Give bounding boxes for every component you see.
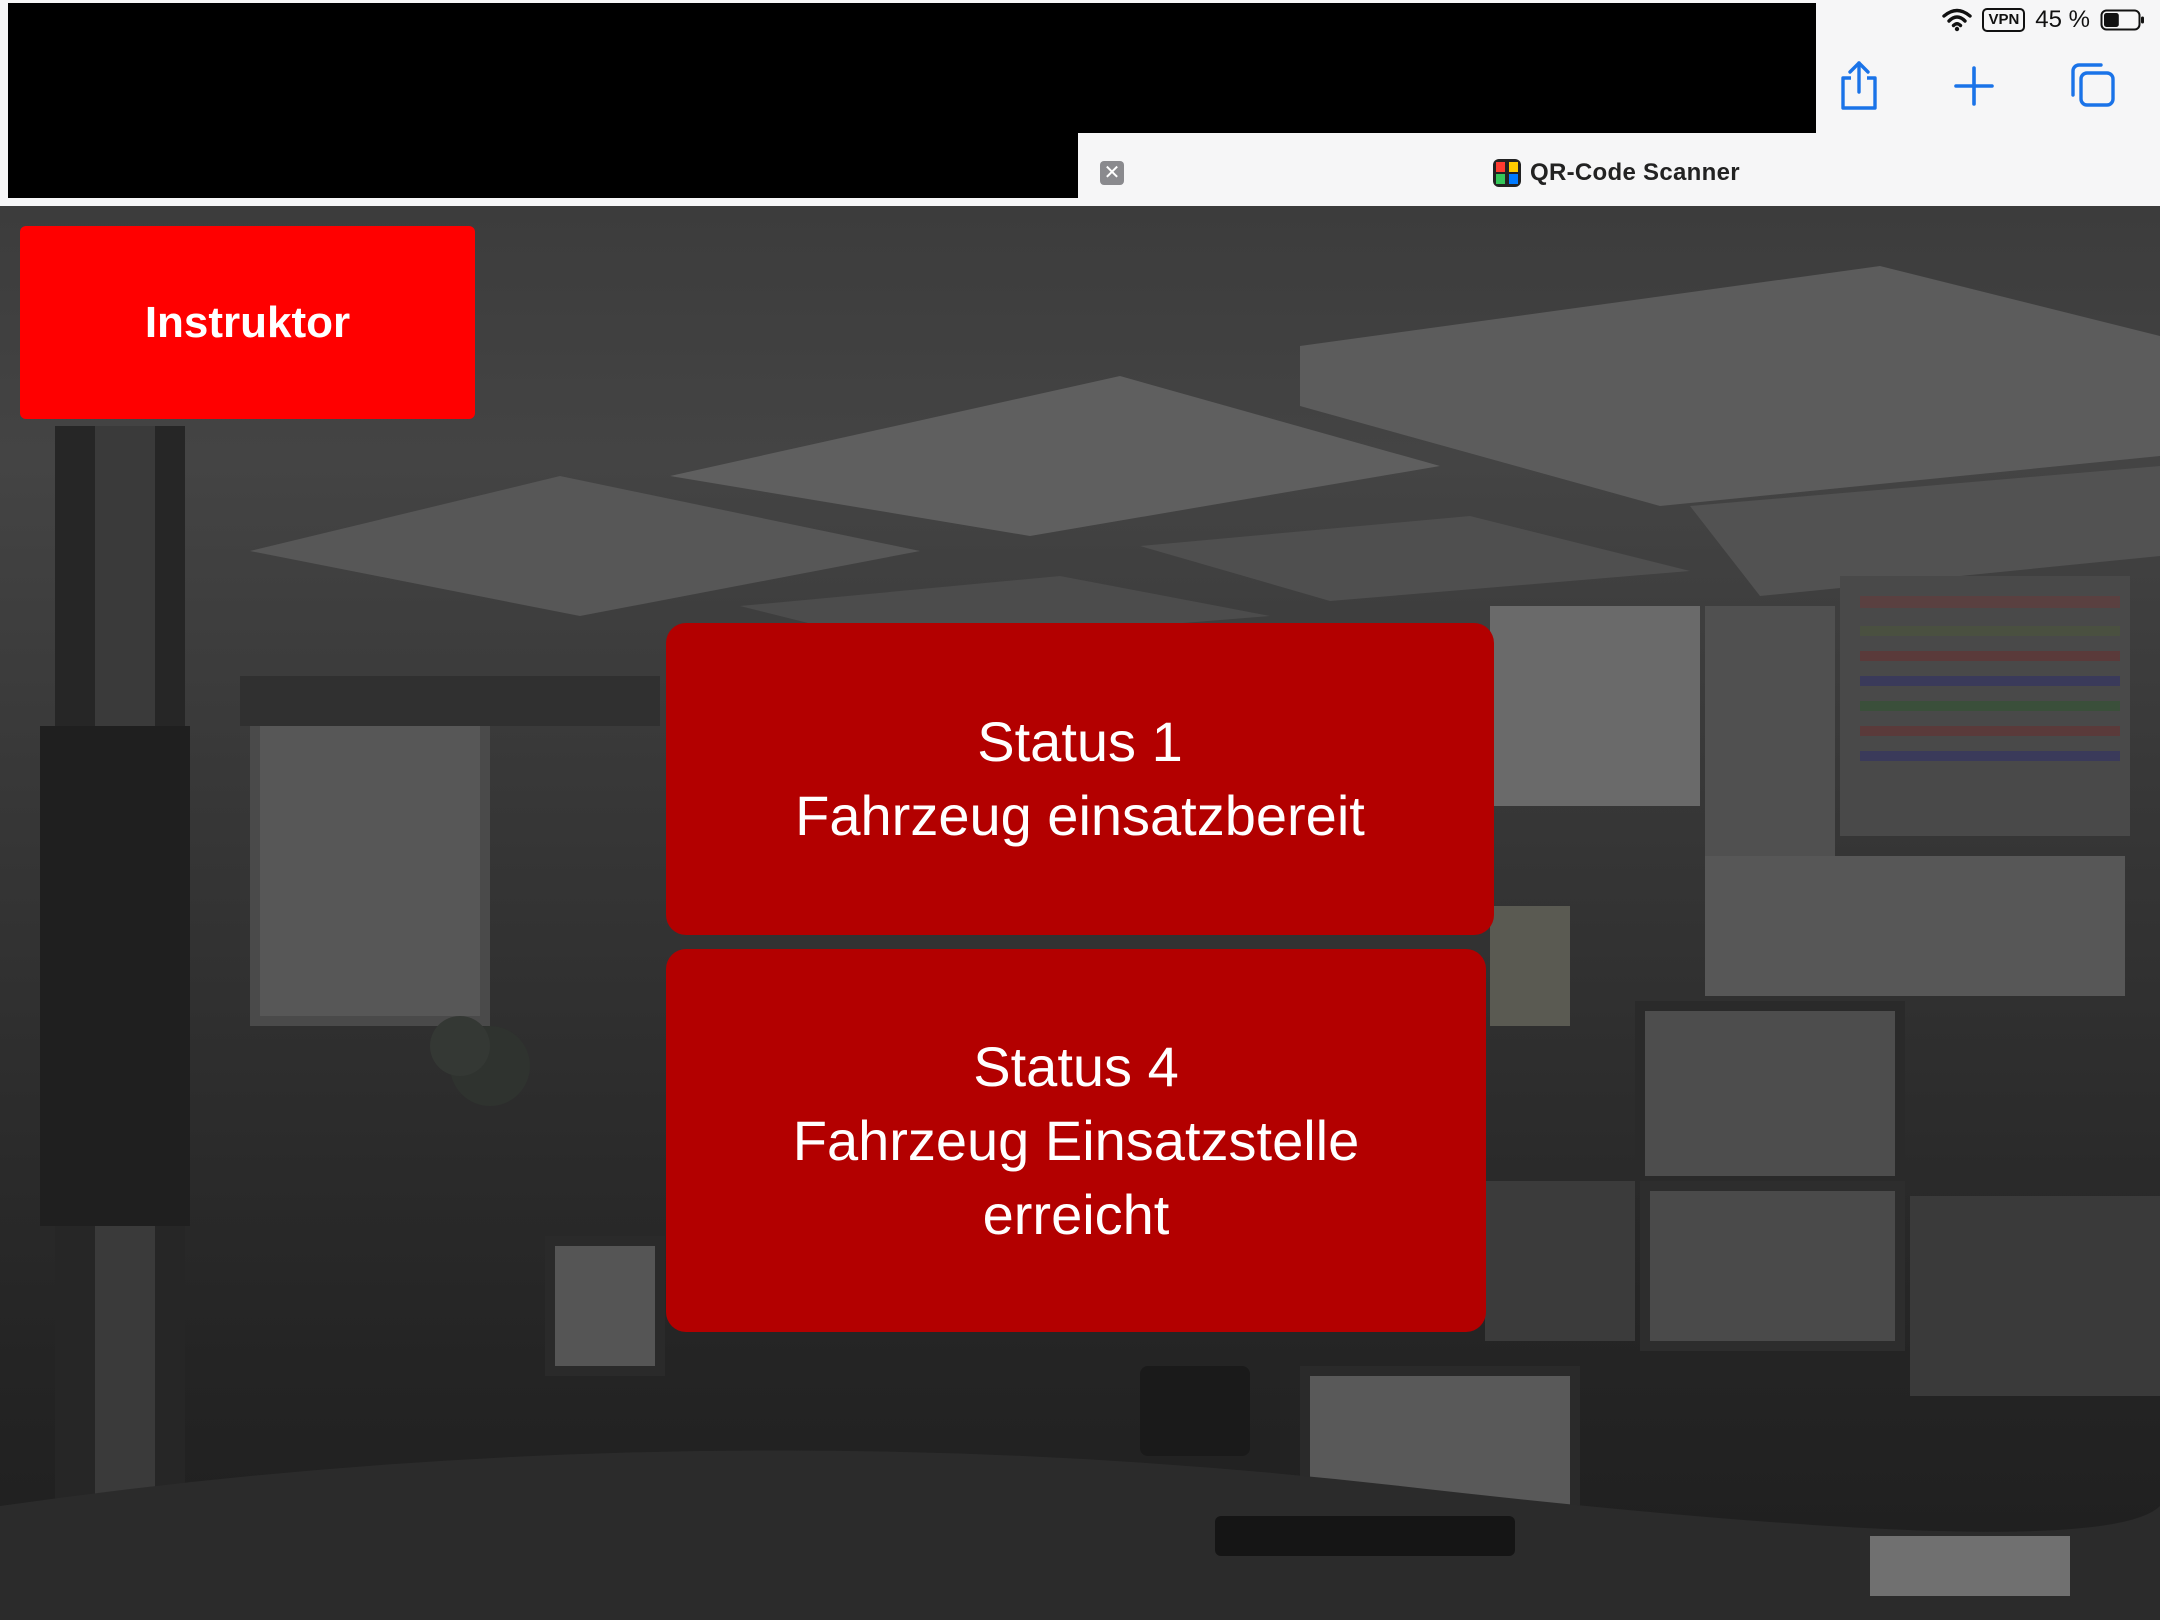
share-icon bbox=[1837, 60, 1881, 112]
new-tab-button[interactable] bbox=[1944, 56, 2004, 116]
status-4-title: Status 4 bbox=[973, 1034, 1179, 1098]
status-1-description: Fahrzeug einsatzbereit bbox=[795, 784, 1365, 847]
tab-title: QR-Code Scanner bbox=[1530, 159, 1740, 186]
browser-chrome: VPN 45 % ✕ QR-Code Scanner bbox=[0, 0, 2160, 207]
tab-title-group: QR-Code Scanner bbox=[1492, 157, 1740, 189]
redacted-area bbox=[8, 3, 1816, 133]
share-button[interactable] bbox=[1829, 56, 1889, 116]
plus-icon bbox=[1952, 64, 1996, 108]
vpn-badge: VPN bbox=[1982, 8, 2026, 32]
app-screen: VPN 45 % ✕ QR-Code Scanner Instruktor St… bbox=[0, 0, 2160, 1620]
tabs-icon bbox=[2067, 61, 2117, 111]
redacted-tab-area bbox=[8, 130, 1078, 198]
status-4-description-line2: erreicht bbox=[982, 1182, 1170, 1246]
battery-icon bbox=[2100, 8, 2146, 32]
status-4-description-line1: Fahrzeug Einsatzstelle bbox=[792, 1108, 1360, 1172]
main-content: Instruktor Status 1 Fahrzeug einsatzbere… bbox=[0, 206, 2160, 1620]
status-1-title: Status 1 bbox=[977, 710, 1183, 773]
instruktor-button[interactable]: Instruktor bbox=[20, 226, 475, 419]
tab-overview-button[interactable] bbox=[2062, 56, 2122, 116]
status-4-button[interactable]: Status 4 Fahrzeug Einsatzstelle erreicht bbox=[666, 949, 1486, 1332]
system-status-bar: VPN 45 % bbox=[1942, 4, 2146, 36]
wifi-icon bbox=[1942, 8, 1973, 32]
battery-percent: 45 % bbox=[2035, 6, 2090, 33]
qr-scanner-app-icon bbox=[1493, 159, 1521, 187]
close-tab-icon[interactable]: ✕ bbox=[1100, 161, 1124, 185]
status-1-button[interactable]: Status 1 Fahrzeug einsatzbereit bbox=[666, 623, 1494, 935]
tab-qr-code-scanner[interactable]: ✕ QR-Code Scanner bbox=[1078, 133, 2160, 207]
